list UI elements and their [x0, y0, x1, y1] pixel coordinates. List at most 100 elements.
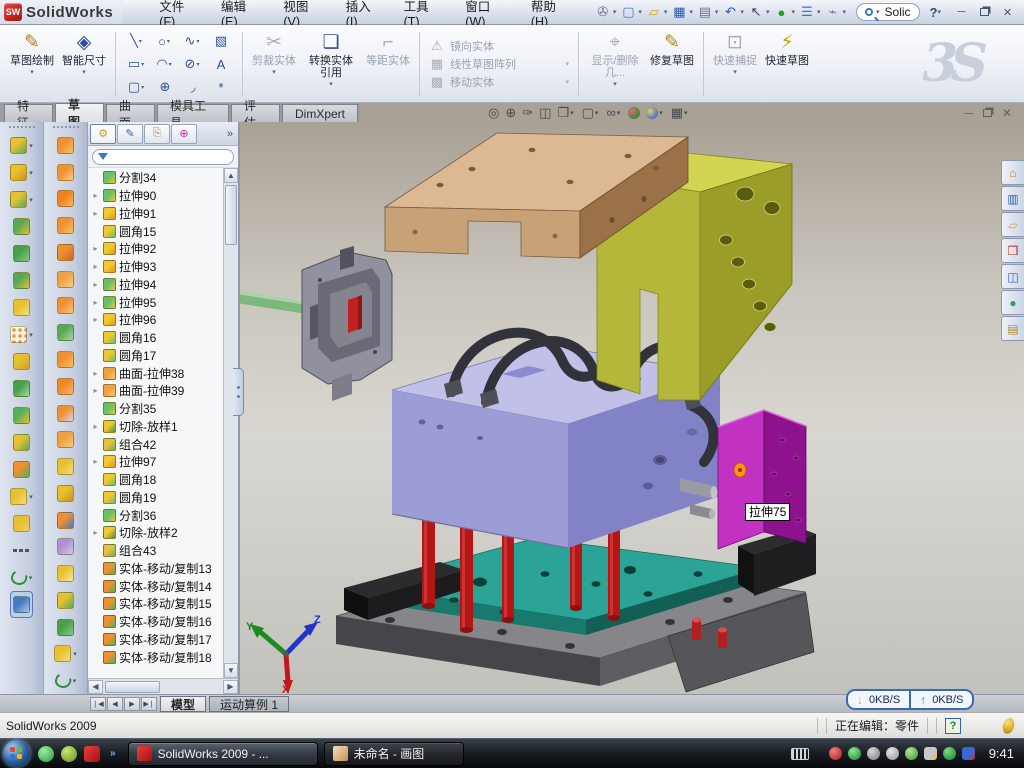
- print-icon[interactable]: ▤: [696, 3, 714, 21]
- text-icon[interactable]: A: [207, 53, 235, 76]
- save-icon[interactable]: ▦: [670, 3, 688, 21]
- expand-arrow-icon[interactable]: ▸: [91, 369, 100, 378]
- feature-tool-icon[interactable]: [13, 240, 30, 267]
- surface-tool-icon[interactable]: [57, 560, 74, 587]
- taskbar-window-button[interactable]: SolidWorks 2009 - ...: [128, 742, 318, 766]
- custom-properties-tab[interactable]: ▤: [1001, 316, 1024, 341]
- chevron-down-icon[interactable]: ▾: [715, 8, 719, 16]
- file-explorer-tab[interactable]: ◫: [1001, 264, 1024, 289]
- tree-item[interactable]: 实体-移动/复制17: [88, 631, 223, 649]
- tree-item[interactable]: 分割36: [88, 506, 223, 524]
- first-tab-icon[interactable]: ❘◀: [90, 697, 106, 711]
- surface-tool-icon[interactable]: [57, 346, 74, 373]
- doc-close-button[interactable]: ✕: [1002, 106, 1012, 120]
- chevron-down-icon[interactable]: ▾: [82, 68, 86, 76]
- tree-filter-input[interactable]: [92, 149, 234, 165]
- doc-restore-button[interactable]: [983, 106, 992, 120]
- feature-tool-icon[interactable]: [13, 375, 30, 402]
- feature-tool-icon[interactable]: [13, 402, 30, 429]
- feature-tool-icon[interactable]: ▾: [10, 132, 33, 159]
- hide-show-items-icon[interactable]: ∞▾: [606, 105, 622, 120]
- tab-模具工具[interactable]: 模具工具: [157, 104, 229, 122]
- design-library-tab[interactable]: ▱: [1001, 212, 1024, 237]
- surface-tool-icon[interactable]: [57, 453, 74, 480]
- feature-tool-icon[interactable]: [13, 537, 30, 564]
- feature-tool-icon[interactable]: [13, 456, 30, 483]
- chevron-down-icon[interactable]: ▾: [638, 8, 642, 16]
- feature-tool-icon[interactable]: ▾: [10, 483, 33, 510]
- tree-item[interactable]: 圆角15: [88, 222, 223, 240]
- tree-item[interactable]: ▸拉伸96: [88, 311, 223, 329]
- start-button[interactable]: [3, 740, 30, 767]
- restore-button[interactable]: [976, 5, 993, 20]
- options-icon[interactable]: ☰: [798, 3, 816, 21]
- expand-arrow-icon[interactable]: ▸: [91, 298, 100, 307]
- tree-item[interactable]: ▸拉伸95: [88, 293, 223, 311]
- chevron-expand-icon[interactable]: »: [110, 748, 116, 759]
- expand-arrow-icon[interactable]: ▸: [91, 315, 100, 324]
- tree-item[interactable]: 实体-移动/复制16: [88, 613, 223, 631]
- taskbar-clock[interactable]: 9:41: [989, 746, 1014, 761]
- zoom-fit-icon[interactable]: ◎: [488, 105, 499, 121]
- view-orientation-icon[interactable]: ❒▾: [557, 105, 575, 121]
- status-help-icon[interactable]: ?: [945, 718, 961, 734]
- select-cursor-icon[interactable]: ↖: [747, 3, 765, 21]
- update-gear-icon[interactable]: [867, 747, 880, 760]
- tree-item[interactable]: 圆角17: [88, 347, 223, 365]
- chevron-down-icon[interactable]: ▾: [30, 68, 34, 76]
- tab-模型[interactable]: 模型: [160, 696, 206, 712]
- view-settings-icon[interactable]: ▦▾: [671, 105, 690, 121]
- feature-tool-icon[interactable]: ▾: [10, 186, 33, 213]
- tree-item[interactable]: 圆角16: [88, 329, 223, 347]
- feature-tool-icon[interactable]: ▾: [10, 159, 33, 186]
- chevron-down-icon[interactable]: ▾: [740, 8, 744, 16]
- appearances-tab[interactable]: ●: [1001, 290, 1024, 315]
- tree-item[interactable]: 组合43: [88, 542, 223, 560]
- tree-item[interactable]: ▸拉伸92: [88, 240, 223, 258]
- expand-arrow-icon[interactable]: ▸: [91, 528, 100, 537]
- sketch-button[interactable]: ✎ 草图绘制 ▾: [6, 28, 58, 100]
- minimize-button[interactable]: ─: [953, 5, 970, 20]
- toolbox-tab[interactable]: ❒: [1001, 238, 1024, 263]
- rapid-sketch-button[interactable]: ⚡ 快速草图: [761, 28, 813, 100]
- chevron-down-icon[interactable]: ▾: [842, 8, 846, 16]
- resources-tab[interactable]: ▥: [1001, 186, 1024, 211]
- rebuild-traffic-light-icon[interactable]: ●: [772, 3, 790, 21]
- display-style-icon[interactable]: ▢▾: [582, 105, 601, 121]
- taskbar-window-button[interactable]: 未命名 - 画图: [324, 742, 464, 766]
- tree-item[interactable]: ▸拉伸91: [88, 205, 223, 223]
- expand-arrow-icon[interactable]: ▸: [91, 209, 100, 218]
- surface-tool-icon[interactable]: [57, 480, 74, 507]
- arc-icon[interactable]: ◠▾: [151, 53, 179, 76]
- prev-tab-icon[interactable]: ◀: [107, 697, 123, 711]
- feature-tool-icon[interactable]: ▾: [10, 321, 33, 348]
- surface-tool-icon[interactable]: [57, 373, 74, 400]
- point-icon[interactable]: ⊕: [151, 76, 179, 99]
- tree-item[interactable]: ▸拉伸90: [88, 187, 223, 205]
- tree-item[interactable]: 圆角18: [88, 471, 223, 489]
- surface-tool-icon[interactable]: [57, 132, 74, 159]
- expand-arrow-icon[interactable]: ▸: [91, 422, 100, 431]
- more-tabs-icon[interactable]: »: [227, 128, 236, 140]
- surface-tool-icon[interactable]: [57, 319, 74, 346]
- spline-icon[interactable]: ∿▾: [179, 30, 207, 53]
- chevron-down-icon[interactable]: ▾: [689, 8, 693, 16]
- search-box[interactable]: ▾ Solic: [856, 3, 920, 21]
- surface-tool-icon[interactable]: [57, 212, 74, 239]
- tree-item[interactable]: 组合42: [88, 435, 223, 453]
- chevron-down-icon[interactable]: ▾: [817, 8, 821, 16]
- doc-minimize-button[interactable]: ─: [964, 106, 973, 120]
- messenger-icon[interactable]: [38, 746, 54, 762]
- xbox-icon[interactable]: [61, 746, 77, 762]
- tree-item[interactable]: ▸切除-放样2: [88, 524, 223, 542]
- circle-icon[interactable]: ○▾: [151, 30, 179, 53]
- tab-特征[interactable]: 特征: [4, 104, 53, 122]
- last-tab-icon[interactable]: ▶❘: [141, 697, 157, 711]
- chevron-down-icon[interactable]: ▾: [664, 8, 668, 16]
- undo-icon[interactable]: ↶: [721, 3, 739, 21]
- surface-tool-icon[interactable]: [57, 266, 74, 293]
- asterisk-icon[interactable]: *: [207, 76, 235, 99]
- tree-item[interactable]: ▸拉伸97: [88, 453, 223, 471]
- feature-tool-icon[interactable]: [13, 294, 30, 321]
- chevron-down-icon[interactable]: ▾: [613, 8, 617, 16]
